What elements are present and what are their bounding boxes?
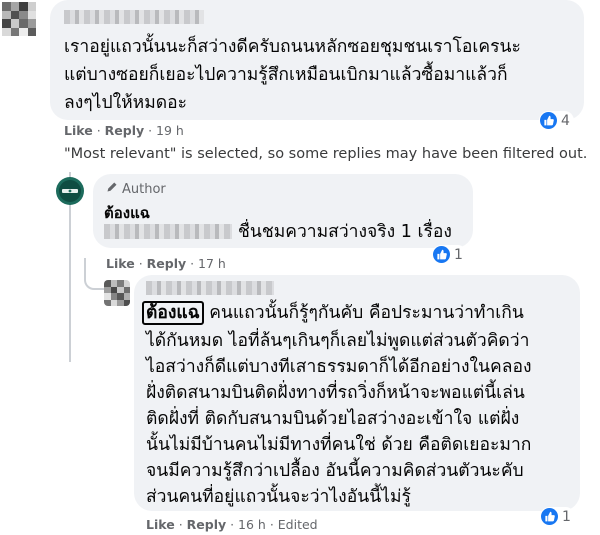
comment-text-line: เราอยู่แถวนั้นนะก็สว่างดีครับถนนหลักซอยช… — [64, 37, 521, 57]
reply-text-line: จนมีความรู้สึกว่าเปลื้อง อันนี้ความคิดส่… — [146, 461, 524, 481]
commenter-name-redacted[interactable] — [64, 10, 204, 24]
author-name[interactable]: ต้องแฉ — [104, 201, 150, 225]
reply-timestamp[interactable]: 16 h — [238, 517, 266, 532]
reply-text-line: นั้นไม่มีบ้านคนไม่มีทางที่คนใช่ ด้วย คือ… — [146, 435, 532, 455]
reply-actions: Like · Reply · 16 h · Edited — [146, 517, 318, 532]
author-badge-label: Author — [122, 181, 166, 197]
commenter-avatar[interactable] — [2, 2, 36, 36]
reply-button[interactable]: Reply — [105, 123, 144, 138]
edited-label[interactable]: Edited — [278, 517, 318, 532]
reply-text-first: คนแถวนั้นก็รู้ๆกันคับ คือประมานว่าทำเกิน — [209, 303, 524, 323]
reaction-count[interactable]: 1 — [432, 245, 467, 264]
mention-redacted[interactable] — [104, 224, 232, 239]
like-button[interactable]: Like — [106, 256, 135, 271]
pencil-icon — [106, 181, 118, 197]
author-mention-tag[interactable]: ต้องแฉ — [142, 301, 204, 325]
reply-text-line: ฝั่งติดสนามบินติดฝั่งทางที่รถวิ่งก็หน้าจ… — [146, 383, 525, 403]
reply-text-line: ได้กันหมด ไอที่ล้นๆเกินๆก็เลยไม่พูดแต่ส่… — [146, 331, 530, 351]
reaction-count-value: 4 — [561, 112, 570, 129]
author-badge: Author — [106, 181, 166, 197]
reply-text-line: ไอสว่างก็ดีแต่บางทีเสาธรรมดาก็ได้อีกอย่า… — [146, 357, 532, 377]
reply-text-line: ติดฝั่งที่ ติดกับสนามบินด้วยไอสว่างอะเข้… — [146, 409, 520, 429]
reply-button[interactable]: Reply — [147, 256, 186, 271]
author-avatar[interactable] — [56, 177, 84, 205]
replier-avatar[interactable] — [104, 280, 130, 306]
replier-name-redacted[interactable] — [146, 281, 274, 295]
thumbs-up-icon — [433, 246, 450, 263]
reaction-count[interactable]: 4 — [539, 111, 574, 130]
comment-actions: Like · Reply · 19 h — [64, 123, 184, 138]
thumbs-up-icon — [540, 112, 557, 129]
like-button[interactable]: Like — [64, 123, 93, 138]
reply-text: ชื่นชมความสว่างจริง 1 เรื่อง — [238, 222, 452, 242]
filter-notice: "Most relevant" is selected, so some rep… — [64, 146, 588, 162]
reply-text-line: ต้องแฉ คนแถวนั้นก็รู้ๆกันคับ คือประมานว่… — [142, 300, 524, 326]
reaction-count-value: 1 — [454, 246, 463, 263]
comment-text-line: ลงๆไปให้หมดอะ — [64, 93, 188, 113]
reply-actions: Like · Reply · 17 h — [106, 256, 226, 271]
reply-text-line: ส่วนคนที่อยู่แถวนั้นจะว่าไงอันนี้ไม่รู้ — [146, 487, 411, 507]
comment-timestamp[interactable]: 19 h — [156, 123, 184, 138]
like-button[interactable]: Like — [146, 517, 175, 532]
thread-connector — [84, 258, 106, 290]
reaction-count-value: 1 — [562, 508, 571, 525]
reply-timestamp[interactable]: 17 h — [198, 256, 226, 271]
comment-text-line: แต่บางซอยก็เยอะไปความรู้สึกเหมือนเบิกมาแ… — [64, 65, 508, 85]
reply-button[interactable]: Reply — [187, 517, 226, 532]
thumbs-up-icon — [541, 508, 558, 525]
reaction-count[interactable]: 1 — [540, 507, 575, 526]
